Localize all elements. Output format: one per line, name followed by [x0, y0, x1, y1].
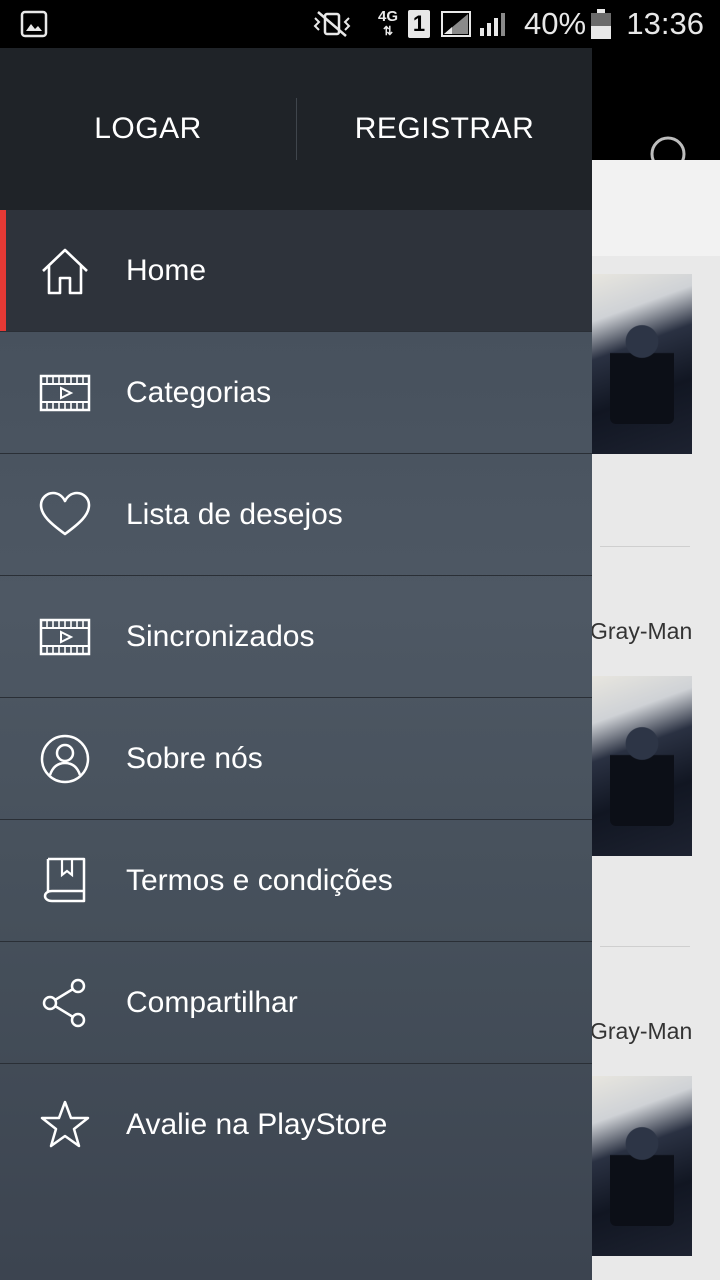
battery-icon [590, 0, 612, 48]
anime-thumbnail[interactable] [592, 274, 692, 454]
menu-item-home[interactable]: Home [0, 210, 592, 332]
anime-title[interactable]: Gray-Man [590, 618, 692, 645]
login-button[interactable]: LOGAR [0, 48, 296, 210]
menu-item-label: Compartilhar [126, 985, 298, 1019]
signal-sim1-icon [440, 0, 472, 48]
star-icon [38, 1099, 92, 1151]
network-type: 4G [378, 8, 399, 25]
network-4g-icon: 4G ⇅ [378, 8, 399, 38]
menu-item-termos[interactable]: Termos e condições [0, 820, 592, 942]
menu-item-label: Avalie na PlayStore [126, 1107, 388, 1141]
menu-item-categorias[interactable]: Categorias [0, 332, 592, 454]
menu-item-label: Home [126, 253, 207, 287]
card-divider [600, 546, 690, 547]
status-bar: 4G ⇅ 1 40% 13:36 [0, 0, 720, 48]
menu-item-sincronizados[interactable]: Sincronizados [0, 576, 592, 698]
signal-bars-icon [478, 0, 508, 48]
menu-item-label: Categorias [126, 375, 272, 409]
sim-icon: 1 [408, 0, 430, 48]
anime-thumbnail[interactable] [592, 1076, 692, 1256]
menu-item-label: Termos e condições [126, 863, 393, 897]
heart-icon [38, 489, 92, 541]
user-circle-icon [38, 733, 92, 785]
battery-percent: 40% [524, 6, 587, 41]
home-icon [38, 245, 92, 297]
film-icon [38, 367, 92, 419]
sim-number: 1 [408, 10, 430, 38]
film-icon [38, 611, 92, 663]
anime-title[interactable]: Gray-Man [590, 1018, 692, 1045]
menu-item-compartilhar[interactable]: Compartilhar [0, 942, 592, 1064]
share-icon [38, 977, 92, 1029]
drawer-menu: Home Categorias Lista de desejos Sincron… [0, 210, 592, 1185]
menu-item-label: Sobre nós [126, 741, 263, 775]
drawer-header: LOGAR REGISTRAR [0, 48, 592, 210]
menu-item-lista-de-desejos[interactable]: Lista de desejos [0, 454, 592, 576]
menu-item-label: Sincronizados [126, 619, 315, 653]
menu-item-label: Lista de desejos [126, 497, 343, 531]
clock: 13:36 [626, 6, 704, 41]
card-divider [600, 946, 690, 947]
document-icon [38, 855, 92, 907]
menu-item-sobre-nos[interactable]: Sobre nós [0, 698, 592, 820]
vibrate-mute-icon [312, 0, 352, 48]
anime-thumbnail[interactable] [592, 676, 692, 856]
menu-item-avalie[interactable]: Avalie na PlayStore [0, 1064, 592, 1185]
image-notification-icon [20, 0, 48, 48]
register-button[interactable]: REGISTRAR [297, 48, 592, 210]
navigation-drawer: LOGAR REGISTRAR Home Categorias Lista de… [0, 48, 592, 1280]
